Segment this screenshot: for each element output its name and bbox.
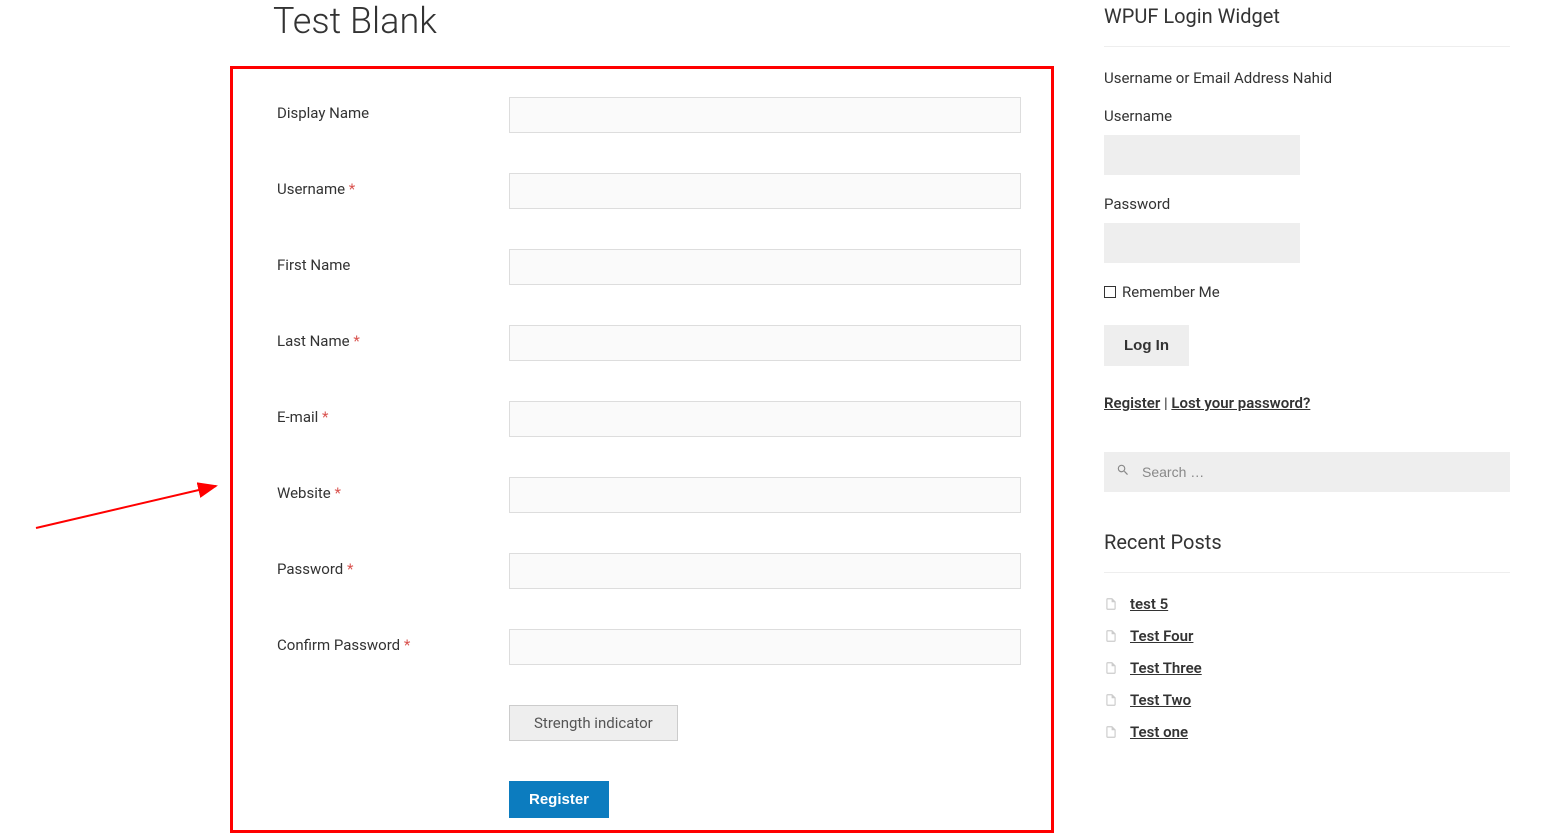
- post-link[interactable]: Test Two: [1130, 691, 1191, 709]
- login-username-label: Username: [1104, 107, 1510, 125]
- login-link-separator: |: [1160, 394, 1171, 412]
- field-first-name: First Name: [277, 249, 1021, 285]
- required-asterisk: *: [347, 560, 353, 578]
- label-password: Password *: [277, 553, 509, 578]
- remember-me-checkbox[interactable]: [1104, 286, 1116, 298]
- field-display-name: Display Name: [277, 97, 1021, 133]
- sidebar: WPUF Login Widget Username or Email Addr…: [1104, 0, 1510, 833]
- document-icon: [1104, 725, 1118, 739]
- recent-posts-title: Recent Posts: [1104, 530, 1510, 573]
- login-username-field: Username: [1104, 107, 1510, 175]
- required-asterisk: *: [322, 408, 328, 426]
- login-widget: WPUF Login Widget Username or Email Addr…: [1104, 4, 1510, 412]
- strength-indicator-row: Strength indicator: [277, 705, 1021, 741]
- label-confirm-password: Confirm Password *: [277, 629, 509, 654]
- remember-me-wrap: Remember Me: [1104, 283, 1510, 301]
- document-icon: [1104, 597, 1118, 611]
- field-email: E-mail *: [277, 401, 1021, 437]
- required-asterisk: *: [404, 636, 410, 654]
- strength-indicator: Strength indicator: [509, 705, 678, 741]
- input-display-name[interactable]: [509, 97, 1021, 133]
- page-title: Test Blank: [273, 0, 1054, 42]
- recent-posts-list: test 5 Test Four Test Three Test Two Tes…: [1104, 595, 1510, 741]
- label-first-name: First Name: [277, 249, 509, 274]
- post-link[interactable]: test 5: [1130, 595, 1168, 613]
- post-link[interactable]: Test Four: [1130, 627, 1193, 645]
- login-password-field: Password: [1104, 195, 1510, 263]
- login-button[interactable]: Log In: [1104, 325, 1189, 366]
- post-link[interactable]: Test one: [1130, 723, 1188, 741]
- login-password-input[interactable]: [1104, 223, 1300, 263]
- required-asterisk: *: [349, 180, 355, 198]
- label-username: Username *: [277, 173, 509, 198]
- label-display-name: Display Name: [277, 97, 509, 122]
- document-icon: [1104, 693, 1118, 707]
- input-username[interactable]: [509, 173, 1021, 209]
- document-icon: [1104, 661, 1118, 675]
- input-confirm-password[interactable]: [509, 629, 1021, 665]
- input-email[interactable]: [509, 401, 1021, 437]
- arrow-annotation: [26, 478, 226, 538]
- field-website: Website *: [277, 477, 1021, 513]
- login-password-label: Password: [1104, 195, 1510, 213]
- list-item: test 5: [1104, 595, 1510, 613]
- field-last-name: Last Name *: [277, 325, 1021, 361]
- input-website[interactable]: [509, 477, 1021, 513]
- login-links: Register | Lost your password?: [1104, 394, 1510, 412]
- document-icon: [1104, 629, 1118, 643]
- search-input[interactable]: [1104, 452, 1510, 492]
- register-link[interactable]: Register: [1104, 394, 1160, 412]
- input-first-name[interactable]: [509, 249, 1021, 285]
- register-button[interactable]: Register: [509, 781, 609, 818]
- registration-form: Display Name Username * First Name: [230, 66, 1054, 833]
- field-password: Password *: [277, 553, 1021, 589]
- login-widget-title: WPUF Login Widget: [1104, 4, 1510, 47]
- list-item: Test one: [1104, 723, 1510, 741]
- list-item: Test Two: [1104, 691, 1510, 709]
- search-icon: [1116, 463, 1130, 481]
- field-confirm-password: Confirm Password *: [277, 629, 1021, 665]
- required-asterisk: *: [334, 484, 340, 502]
- remember-me-label: Remember Me: [1122, 283, 1220, 301]
- input-password[interactable]: [509, 553, 1021, 589]
- post-link[interactable]: Test Three: [1130, 659, 1202, 677]
- list-item: Test Three: [1104, 659, 1510, 677]
- label-website: Website *: [277, 477, 509, 502]
- input-last-name[interactable]: [509, 325, 1021, 361]
- label-last-name: Last Name *: [277, 325, 509, 350]
- recent-posts-widget: Recent Posts test 5 Test Four Test Three…: [1104, 530, 1510, 741]
- login-username-input[interactable]: [1104, 135, 1300, 175]
- list-item: Test Four: [1104, 627, 1510, 645]
- label-email: E-mail *: [277, 401, 509, 426]
- search-widget: [1104, 452, 1510, 492]
- register-row: Register: [277, 781, 1021, 818]
- login-widget-intro: Username or Email Address Nahid: [1104, 69, 1510, 87]
- lost-password-link[interactable]: Lost your password?: [1171, 394, 1310, 412]
- field-username: Username *: [277, 173, 1021, 209]
- required-asterisk: *: [353, 332, 359, 350]
